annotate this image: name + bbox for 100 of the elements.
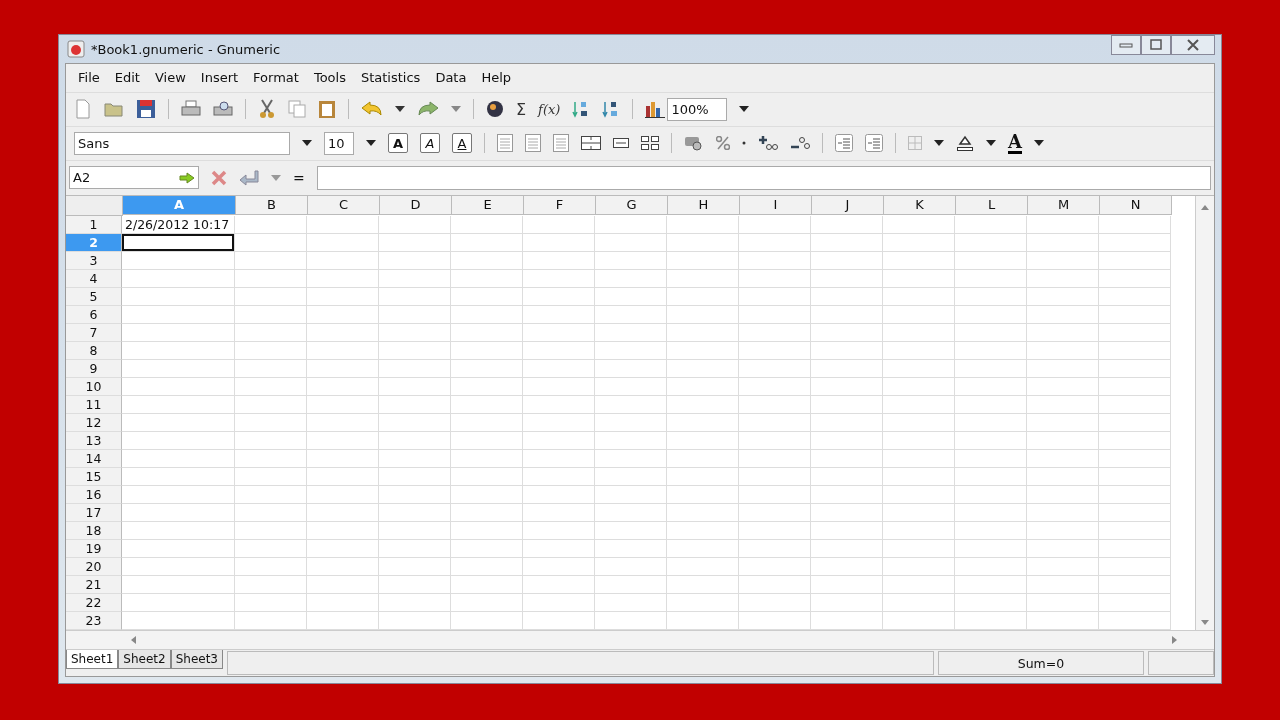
table-cell[interactable] (739, 287, 811, 306)
table-cell[interactable] (1027, 575, 1099, 594)
table-cell[interactable] (307, 395, 379, 414)
table-cell[interactable] (451, 575, 523, 594)
table-cell[interactable] (595, 251, 667, 270)
table-cell[interactable] (1027, 611, 1099, 630)
table-cell[interactable] (739, 341, 811, 360)
table-cell[interactable] (595, 611, 667, 630)
table-cell[interactable] (122, 305, 235, 324)
table-cell[interactable] (811, 503, 883, 522)
copy-icon[interactable] (288, 100, 306, 119)
table-cell[interactable] (883, 269, 955, 288)
table-cell[interactable] (739, 233, 811, 252)
table-cell[interactable] (811, 359, 883, 378)
table-cell[interactable] (811, 377, 883, 396)
table-cell[interactable] (955, 233, 1027, 252)
table-cell[interactable] (811, 251, 883, 270)
table-cell[interactable] (811, 413, 883, 432)
menu-item[interactable]: Insert (200, 70, 239, 86)
close-button[interactable] (1171, 35, 1215, 55)
table-cell[interactable] (307, 539, 379, 558)
table-cell[interactable] (523, 431, 595, 450)
table-cell[interactable] (235, 431, 307, 450)
table-cell[interactable] (667, 287, 739, 306)
table-cell[interactable] (451, 377, 523, 396)
table-cell[interactable] (235, 575, 307, 594)
font-size-field[interactable]: 10 (324, 131, 354, 155)
table-cell[interactable] (235, 557, 307, 576)
new-file-icon[interactable] (74, 99, 92, 120)
table-cell[interactable] (307, 557, 379, 576)
table-cell[interactable] (523, 233, 595, 252)
table-cell[interactable] (1027, 233, 1099, 252)
font-name-field[interactable]: Sans (74, 131, 290, 155)
table-cell[interactable] (451, 251, 523, 270)
table-cell[interactable] (667, 449, 739, 468)
table-cell[interactable] (451, 557, 523, 576)
table-cell[interactable] (955, 323, 1027, 342)
table-cell[interactable] (883, 521, 955, 540)
table-cell[interactable] (235, 305, 307, 324)
table-cell[interactable] (955, 215, 1027, 234)
scroll-up-icon[interactable] (1201, 203, 1209, 210)
table-cell[interactable] (379, 215, 451, 234)
table-cell[interactable] (1099, 233, 1171, 252)
table-cell[interactable] (1027, 449, 1099, 468)
table-cell[interactable] (235, 269, 307, 288)
table-cell[interactable] (883, 377, 955, 396)
table-cell[interactable] (667, 611, 739, 630)
table-cell[interactable] (379, 269, 451, 288)
table-cell[interactable] (523, 449, 595, 468)
column-header[interactable]: L (956, 195, 1028, 215)
table-cell[interactable] (122, 539, 235, 558)
table-cell[interactable] (235, 341, 307, 360)
table-cell[interactable] (523, 467, 595, 486)
table-cell[interactable] (667, 233, 739, 252)
table-cell[interactable] (667, 503, 739, 522)
table-cell[interactable] (883, 341, 955, 360)
table-cell[interactable] (451, 233, 523, 252)
table-cell[interactable] (307, 251, 379, 270)
table-cell[interactable] (955, 269, 1027, 288)
decrease-decimals-icon[interactable] (790, 135, 810, 152)
table-cell[interactable] (451, 485, 523, 504)
table-cell[interactable] (379, 449, 451, 468)
split-cells-icon[interactable] (641, 136, 659, 151)
table-cell[interactable] (883, 215, 955, 234)
table-cell[interactable] (122, 431, 235, 450)
fill-color-icon[interactable] (956, 134, 974, 153)
table-cell[interactable] (883, 593, 955, 612)
sum-button[interactable]: Σ (516, 99, 527, 119)
table-cell[interactable] (811, 215, 883, 234)
formula-input[interactable] (316, 165, 1211, 190)
column-header[interactable]: C (308, 195, 380, 215)
column-header[interactable]: K (884, 195, 956, 215)
table-cell[interactable] (1099, 305, 1171, 324)
table-cell[interactable] (122, 593, 235, 612)
table-cell[interactable] (811, 449, 883, 468)
table-cell[interactable] (235, 215, 307, 234)
table-cell[interactable] (1099, 557, 1171, 576)
table-cell[interactable] (307, 233, 379, 252)
table-cell[interactable] (1099, 341, 1171, 360)
table-cell[interactable] (811, 305, 883, 324)
table-cell[interactable] (307, 215, 379, 234)
table-cell[interactable] (667, 215, 739, 234)
table-cell[interactable] (811, 341, 883, 360)
font-color-button[interactable]: A (1008, 132, 1022, 154)
table-cell[interactable] (667, 485, 739, 504)
table-cell[interactable] (379, 557, 451, 576)
scroll-left-icon[interactable] (130, 636, 136, 645)
table-cell[interactable] (955, 611, 1027, 630)
table-cell[interactable] (122, 251, 235, 270)
table-cell[interactable] (1027, 341, 1099, 360)
table-cell[interactable] (595, 539, 667, 558)
table-cell[interactable] (379, 521, 451, 540)
table-cell[interactable] (122, 521, 235, 540)
table-cell[interactable] (1027, 503, 1099, 522)
table-cell[interactable] (595, 233, 667, 252)
table-cell[interactable] (235, 251, 307, 270)
table-cell[interactable] (667, 521, 739, 540)
cell-reference-field[interactable]: A2 (69, 166, 199, 190)
table-cell[interactable] (122, 287, 235, 306)
menu-item[interactable]: Help (481, 70, 512, 86)
